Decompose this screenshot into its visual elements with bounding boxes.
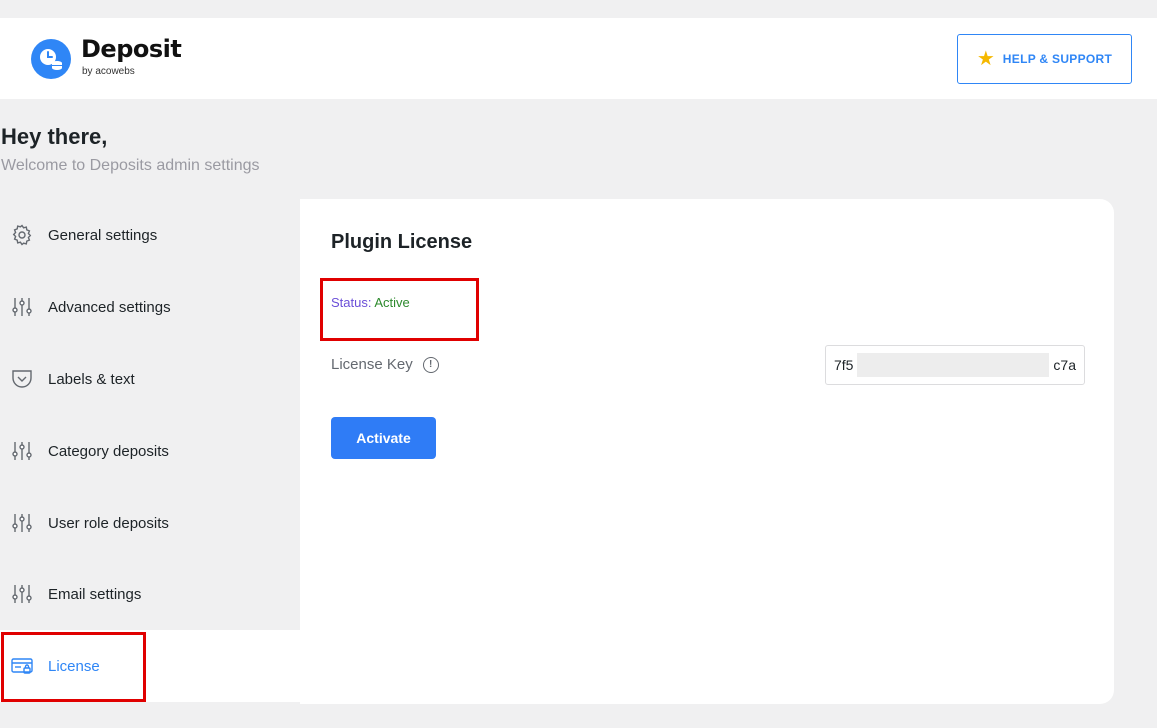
- sidebar-item-labels-text[interactable]: Labels & text: [0, 343, 300, 415]
- sidebar-item-user-role-deposits[interactable]: User role deposits: [0, 487, 300, 559]
- sliders-icon: [10, 295, 34, 319]
- sidebar-item-label: Advanced settings: [48, 298, 171, 316]
- info-icon[interactable]: !: [422, 356, 439, 373]
- gear-icon: [10, 223, 34, 247]
- sidebar-item-general-settings[interactable]: General settings: [0, 199, 300, 271]
- sidebar-item-label: Category deposits: [48, 442, 169, 460]
- panel-title: Plugin License: [331, 231, 473, 253]
- license-panel: Plugin License Status: Active License Ke…: [300, 199, 1114, 704]
- pocket-icon: [10, 367, 34, 391]
- sliders-icon: [10, 582, 34, 606]
- activate-button[interactable]: Activate: [331, 417, 436, 459]
- license-key-label-row: License Key !: [331, 356, 439, 373]
- sidebar-item-advanced-settings[interactable]: Advanced settings: [0, 271, 300, 343]
- sidebar-item-label: License: [48, 657, 100, 675]
- license-card-icon: [10, 654, 34, 678]
- sidebar-item-label: Email settings: [48, 585, 142, 603]
- sidebar-item-label: Labels & text: [48, 370, 135, 388]
- sidebar-item-label: User role deposits: [48, 514, 169, 532]
- redaction-mask: [857, 353, 1049, 377]
- top-header: Deposit by acowebs ★ HELP & SUPPORT: [0, 18, 1157, 99]
- license-key-label: License Key: [331, 356, 413, 373]
- sidebar-item-license[interactable]: License: [0, 630, 300, 702]
- deposit-logo-icon: [31, 39, 71, 79]
- page-welcome-text: Welcome to Deposits admin settings: [1, 157, 260, 174]
- status-value: Active: [374, 295, 410, 310]
- sidebar-item-label: General settings: [48, 226, 158, 244]
- sliders-icon: [10, 511, 34, 535]
- license-key-prefix: 7f5: [834, 357, 854, 373]
- sidebar-item-category-deposits[interactable]: Category deposits: [0, 415, 300, 487]
- logo-title: Deposit: [81, 35, 182, 63]
- license-key-suffix: c7a: [1053, 357, 1076, 373]
- sliders-icon: [10, 439, 34, 463]
- license-status: Status: Active: [331, 295, 410, 310]
- help-support-button[interactable]: ★ HELP & SUPPORT: [957, 34, 1132, 84]
- status-label: Status:: [331, 295, 372, 310]
- star-icon: ★: [976, 48, 995, 70]
- help-support-label: HELP & SUPPORT: [1002, 52, 1113, 66]
- sidebar-item-email-settings[interactable]: Email settings: [0, 558, 300, 630]
- page-greeting: Hey there,: [1, 124, 108, 149]
- logo-subtitle: by acowebs: [82, 66, 135, 77]
- license-key-input[interactable]: 7f5 c7a: [825, 345, 1085, 385]
